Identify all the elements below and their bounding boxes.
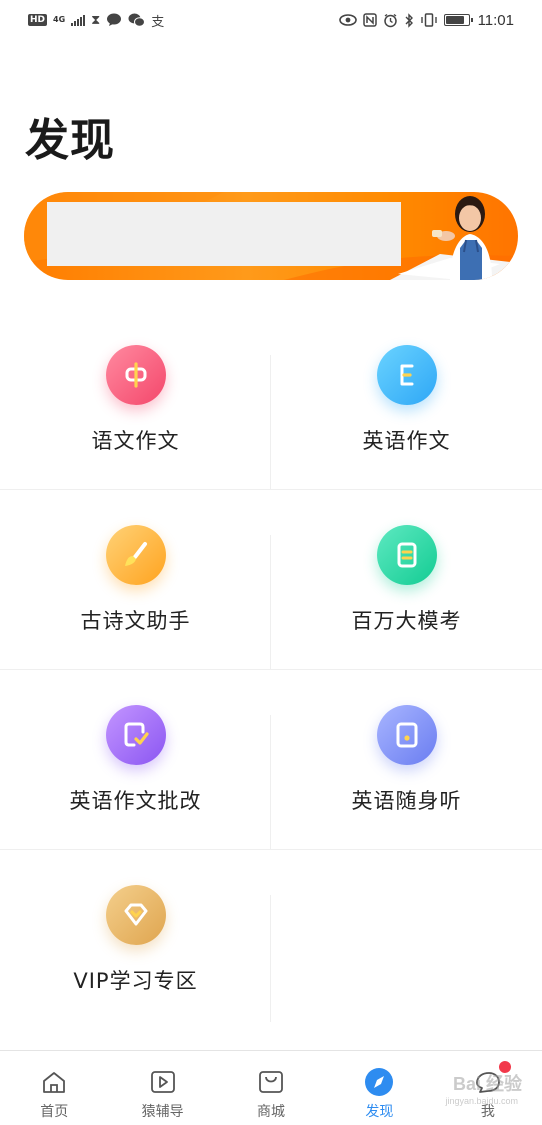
empty-tile <box>271 850 542 1030</box>
page-title: 发现 <box>25 115 115 166</box>
signal-icon <box>71 14 86 26</box>
check-document-icon <box>105 705 166 765</box>
watermark-url: jingyan.baidu.com <box>445 1096 518 1106</box>
feature-label: 英语作文 <box>362 429 451 453</box>
status-bar-right: 11:01 <box>338 11 514 29</box>
status-bar: HD 4G ⧗ 支 11:01 <box>0 0 542 40</box>
chinese-character-icon <box>105 345 166 405</box>
bluetooth-icon <box>405 12 413 28</box>
feature-label: 百万大模考 <box>351 609 462 633</box>
student-illustration <box>390 196 510 280</box>
feature-grid: 语文作文 英语作文古诗文助手 百万大模考英语作文批改 英语随身听 VIP学习专区 <box>0 310 542 1030</box>
nfc-icon <box>362 13 377 27</box>
diamond-icon <box>105 885 166 945</box>
feature-label: 语文作文 <box>91 429 180 453</box>
clock: 11:01 <box>477 11 514 29</box>
shopping-bag-icon <box>256 1067 286 1097</box>
home-icon <box>39 1067 69 1097</box>
battery-icon <box>443 14 473 26</box>
nav-mall[interactable]: 商城 <box>217 1051 325 1125</box>
vibrate-icon <box>420 13 437 27</box>
nav-discover[interactable]: 发现 <box>325 1051 433 1125</box>
brush-icon <box>105 525 166 585</box>
feature-label: 英语随身听 <box>351 789 462 813</box>
feature-label: VIP学习专区 <box>73 969 198 993</box>
nav-label: 发现 <box>365 1104 394 1120</box>
feature-tile[interactable]: 古诗文助手 <box>0 490 271 669</box>
feature-label: 古诗文助手 <box>80 609 191 633</box>
eye-icon <box>338 14 357 26</box>
wechat-icon <box>128 13 146 27</box>
hd-indicator: HD <box>28 14 48 26</box>
status-bar-left: HD 4G ⧗ 支 <box>28 11 164 30</box>
watermark: Bai 经验 <box>452 1074 522 1094</box>
compass-icon <box>364 1067 394 1097</box>
feature-tile[interactable]: 英语作文 <box>271 310 542 489</box>
play-icon <box>148 1067 178 1097</box>
feature-tile[interactable]: 语文作文 <box>0 310 271 489</box>
banner-redacted-area <box>47 202 401 266</box>
feature-row: 英语作文批改 英语随身听 <box>0 670 542 850</box>
nav-label: 首页 <box>40 1104 69 1120</box>
feature-tile[interactable]: 英语作文批改 <box>0 670 271 849</box>
nav-label: 商城 <box>257 1104 286 1120</box>
feature-tile[interactable]: 百万大模考 <box>271 490 542 669</box>
letter-e-icon <box>376 345 437 405</box>
exam-paper-icon <box>376 525 437 585</box>
nav-yuanfudao[interactable]: 猿辅导 <box>108 1051 216 1125</box>
feature-label: 英语作文批改 <box>69 789 202 813</box>
network-type: 4G <box>53 15 66 24</box>
promo-banner[interactable] <box>24 192 518 280</box>
feature-row: VIP学习专区 <box>0 850 542 1030</box>
hourglass-icon: ⧗ <box>91 12 101 28</box>
feature-row: 语文作文 英语作文 <box>0 310 542 490</box>
feature-tile[interactable]: 英语随身听 <box>271 670 542 849</box>
chat-bubble-icon <box>107 13 122 26</box>
nav-home[interactable]: 首页 <box>0 1051 108 1125</box>
alipay-icon: 支 <box>151 14 165 30</box>
alarm-icon <box>383 13 397 27</box>
feature-tile[interactable]: VIP学习专区 <box>0 850 271 1030</box>
feature-row: 古诗文助手 百万大模考 <box>0 490 542 670</box>
nav-label: 猿辅导 <box>141 1104 184 1120</box>
player-icon <box>376 705 437 765</box>
